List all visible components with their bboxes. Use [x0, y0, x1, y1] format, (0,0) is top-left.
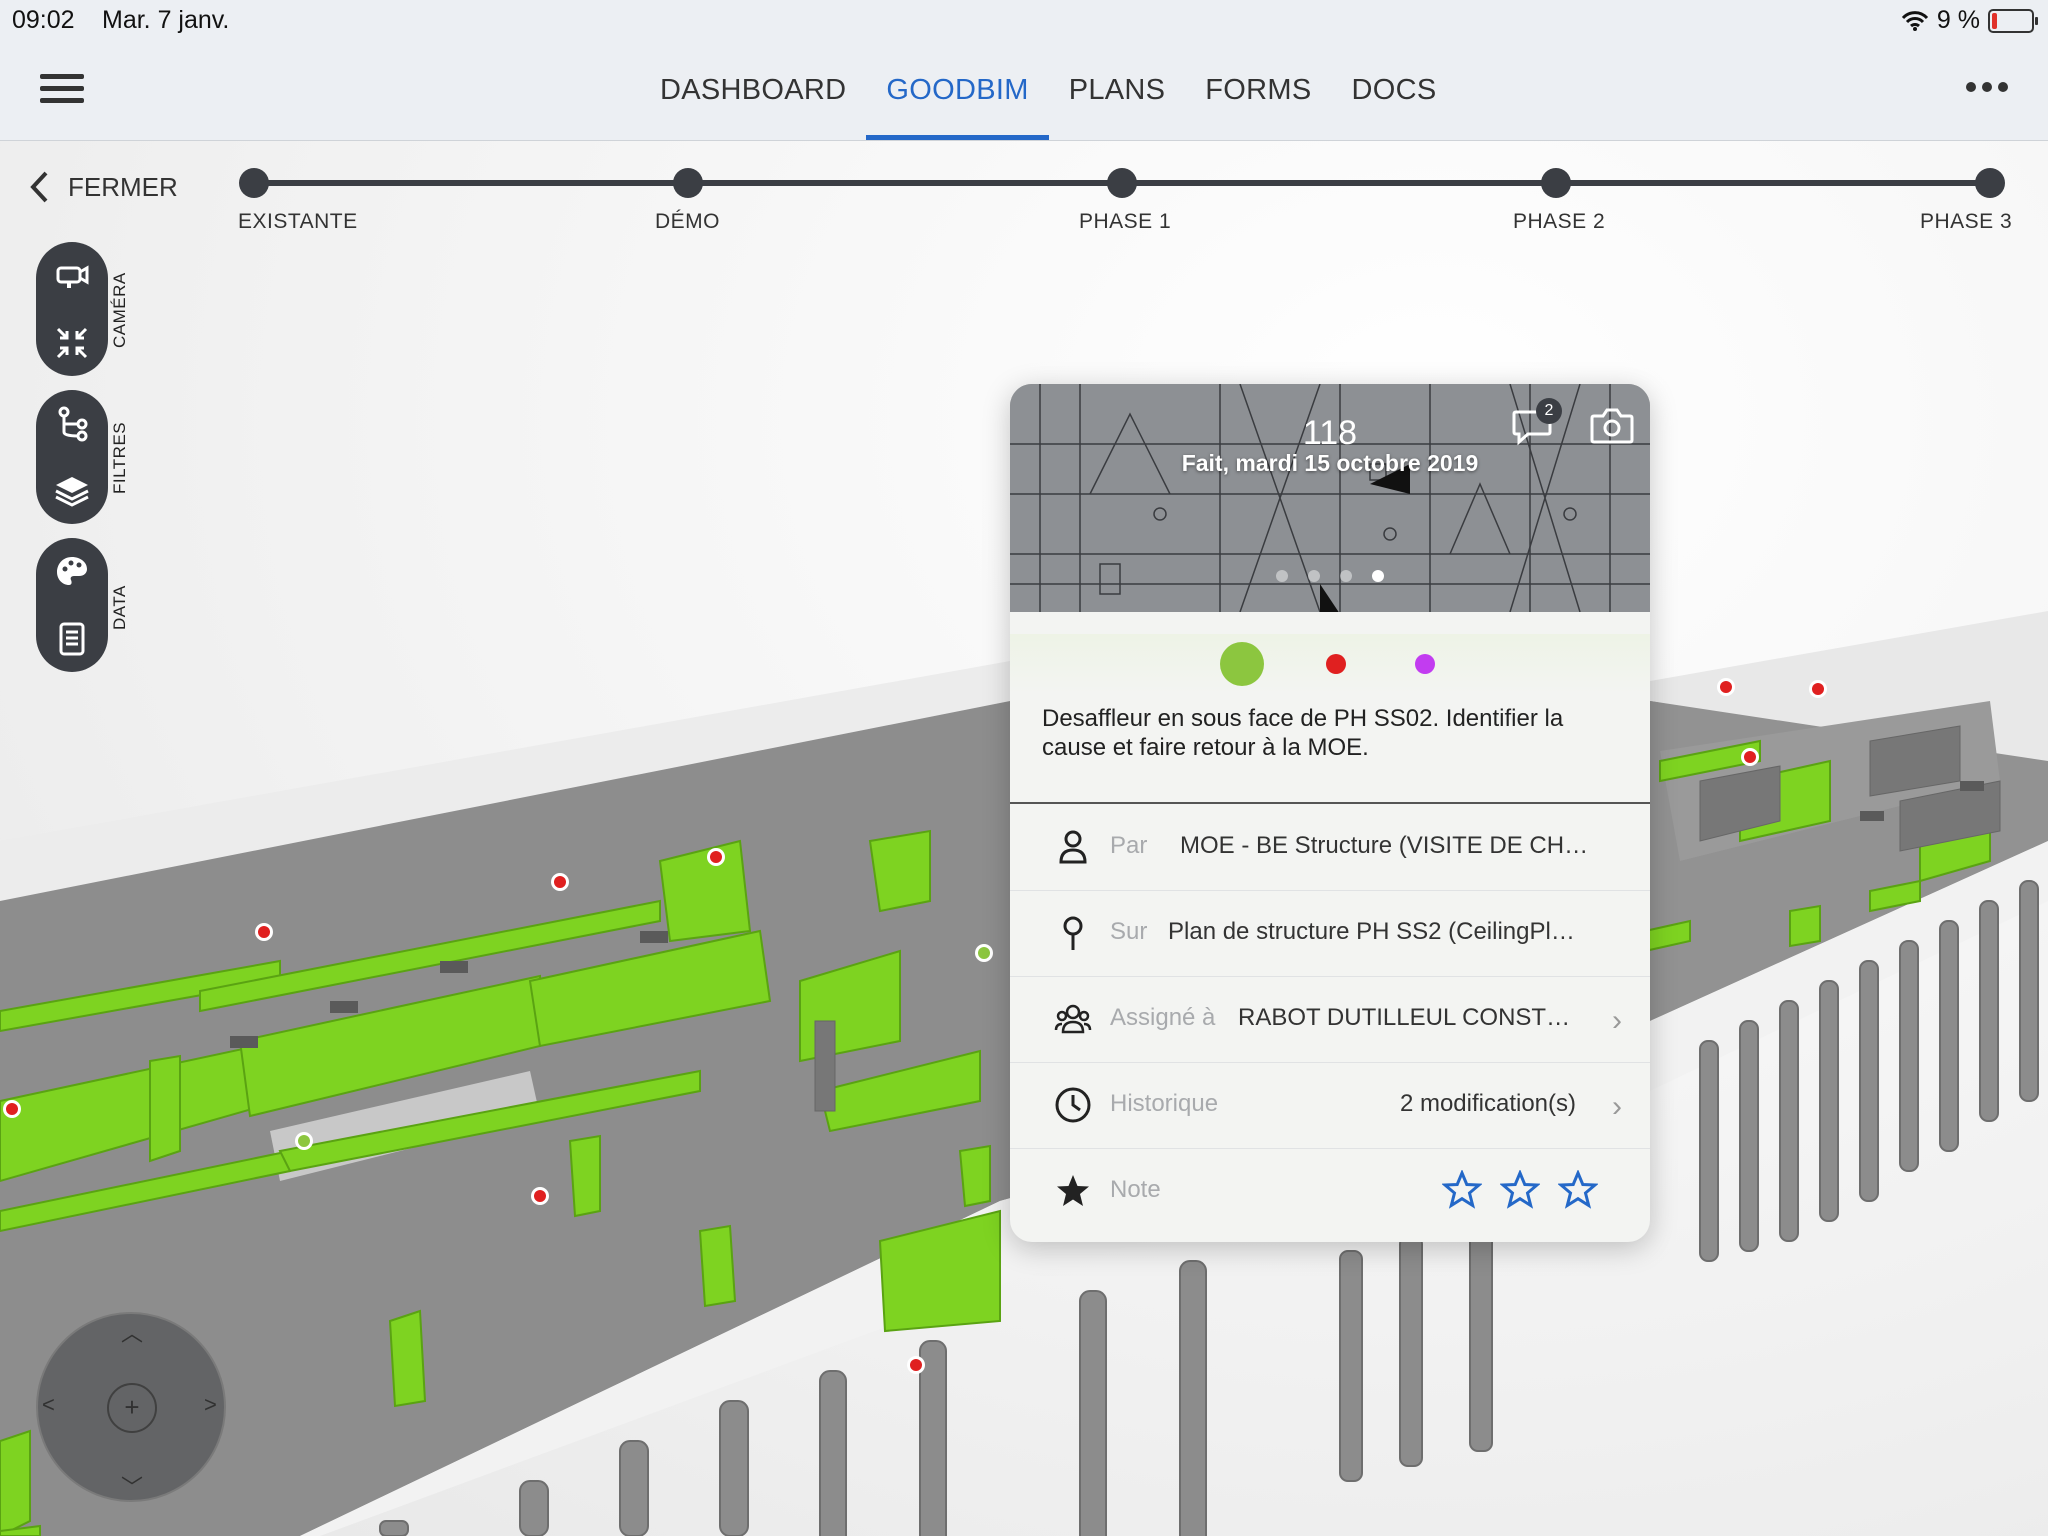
status-date: Mar. 7 janv. [102, 6, 230, 34]
group-icon [1054, 1004, 1092, 1034]
author-label: Par [1110, 832, 1148, 859]
tab-dashboard[interactable]: DASHBOARD [640, 40, 866, 140]
phase-label-demo: DÉMO [655, 210, 720, 233]
wifi-icon [1901, 10, 1929, 31]
navigation-joystick[interactable]: ︿ ﹀ < > + [36, 1312, 226, 1502]
camera-icon[interactable] [1588, 404, 1636, 448]
row-rating: Note [1010, 1148, 1650, 1234]
phase-node-phase-1[interactable] [1107, 168, 1137, 198]
joystick-left-icon[interactable]: < [42, 1392, 55, 1418]
layers-icon[interactable] [54, 473, 90, 509]
phase-node-phase-3[interactable] [1975, 168, 2005, 198]
rating-star-1-icon[interactable] [1442, 1170, 1482, 1210]
rating-star-3-icon[interactable] [1558, 1170, 1598, 1210]
location-label: Sur [1110, 918, 1148, 945]
status-time: 09:02 [12, 6, 75, 34]
main-tabs: DASHBOARD GOODBIM PLANS FORMS DOCS [640, 40, 1457, 140]
row-location: Sur Plan de structure PH SS2 (CeilingPl… [1010, 890, 1650, 977]
phase-node-demo[interactable] [673, 168, 703, 198]
row-author: Par MOE - BE Structure (VISITE DE CH… [1010, 804, 1650, 891]
data-tools-label: DATA [110, 585, 129, 630]
chevron-right-icon: › [1612, 1004, 1622, 1037]
filter-tools [36, 390, 108, 524]
phase-label-existante: EXISTANTE [238, 210, 358, 233]
joystick-center-icon[interactable]: + [107, 1383, 157, 1433]
top-navbar: DASHBOARD GOODBIM PLANS FORMS DOCS [0, 40, 2048, 141]
history-label: Historique [1110, 1090, 1219, 1117]
row-history[interactable]: Historique 2 modification(s) › [1010, 1062, 1650, 1149]
issue-card: 118 Fait, mardi 15 octobre 2019 2 Desaff… [1010, 384, 1650, 1242]
issue-photo-carousel[interactable]: 118 Fait, mardi 15 octobre 2019 2 [1010, 384, 1650, 612]
phase-label-phase-2: PHASE 2 [1513, 210, 1606, 233]
status-right: 9 % [1901, 6, 2038, 35]
close-button[interactable]: FERMER [28, 170, 178, 204]
tab-plans[interactable]: PLANS [1049, 40, 1186, 140]
tab-forms[interactable]: FORMS [1185, 40, 1331, 140]
carousel-pager[interactable] [1010, 570, 1650, 582]
hamburger-menu-icon[interactable] [40, 74, 84, 106]
phase-node-phase-2[interactable] [1541, 168, 1571, 198]
close-label: FERMER [68, 171, 178, 202]
battery-percent: 9 % [1936, 6, 1980, 34]
joystick-up-icon[interactable]: ︿ [121, 1316, 143, 1348]
history-value: 2 modification(s) [1399, 1090, 1576, 1117]
rating-label: Note [1110, 1176, 1161, 1203]
assignee-value: RABOT DUTILLEUL CONST… [1238, 1004, 1571, 1031]
status-other-dot[interactable] [1415, 654, 1435, 674]
document-icon[interactable] [54, 621, 90, 657]
chevron-right-icon: › [1612, 1090, 1622, 1123]
camera-tools [36, 242, 108, 376]
status-selector [1010, 634, 1650, 694]
assignee-label: Assigné à [1110, 1004, 1216, 1031]
rating-stars [1442, 1170, 1598, 1210]
chevron-left-icon [30, 171, 48, 203]
branch-filter-icon[interactable] [54, 406, 90, 442]
data-tools [36, 538, 108, 672]
location-value: Plan de structure PH SS2 (CeilingPl… [1168, 918, 1575, 945]
tab-goodbim[interactable]: GOODBIM [866, 40, 1049, 140]
issue-status-line: Fait, mardi 15 octobre 2019 [1181, 450, 1479, 476]
camera-tools-label: CAMÉRA [110, 272, 129, 348]
joystick-down-icon[interactable]: ﹀ [121, 1470, 143, 1502]
phase-label-phase-3: PHASE 3 [1920, 210, 2013, 233]
issue-description: Desaffleur en sous face de PH SS02. Iden… [1042, 705, 1564, 761]
status-open-dot[interactable] [1326, 654, 1346, 674]
star-icon [1057, 1175, 1089, 1206]
phase-label-phase-1: PHASE 1 [1079, 210, 1172, 233]
rating-star-2-icon[interactable] [1500, 1170, 1540, 1210]
pin-icon [1063, 916, 1083, 950]
collapse-arrows-icon[interactable] [54, 325, 90, 361]
more-options-icon[interactable] [1966, 82, 2010, 96]
filter-tools-label: FILTRES [110, 421, 129, 494]
status-bar: 09:02 Mar. 7 janv. 9 % [0, 0, 2048, 40]
video-camera-icon[interactable] [54, 258, 90, 294]
battery-low-icon [1988, 8, 2038, 33]
palette-icon[interactable] [54, 554, 90, 590]
clock-icon [1055, 1087, 1091, 1123]
comments-count-badge: 2 [1536, 398, 1562, 424]
row-assignee[interactable]: Assigné à RABOT DUTILLEUL CONST… › [1010, 976, 1650, 1063]
joystick-right-icon[interactable]: > [204, 1392, 217, 1418]
author-value: MOE - BE Structure (VISITE DE CH… [1180, 832, 1589, 859]
status-done-dot[interactable] [1220, 642, 1264, 686]
person-icon [1059, 830, 1087, 864]
tab-docs[interactable]: DOCS [1332, 40, 1457, 140]
phase-node-existante[interactable] [239, 168, 269, 198]
